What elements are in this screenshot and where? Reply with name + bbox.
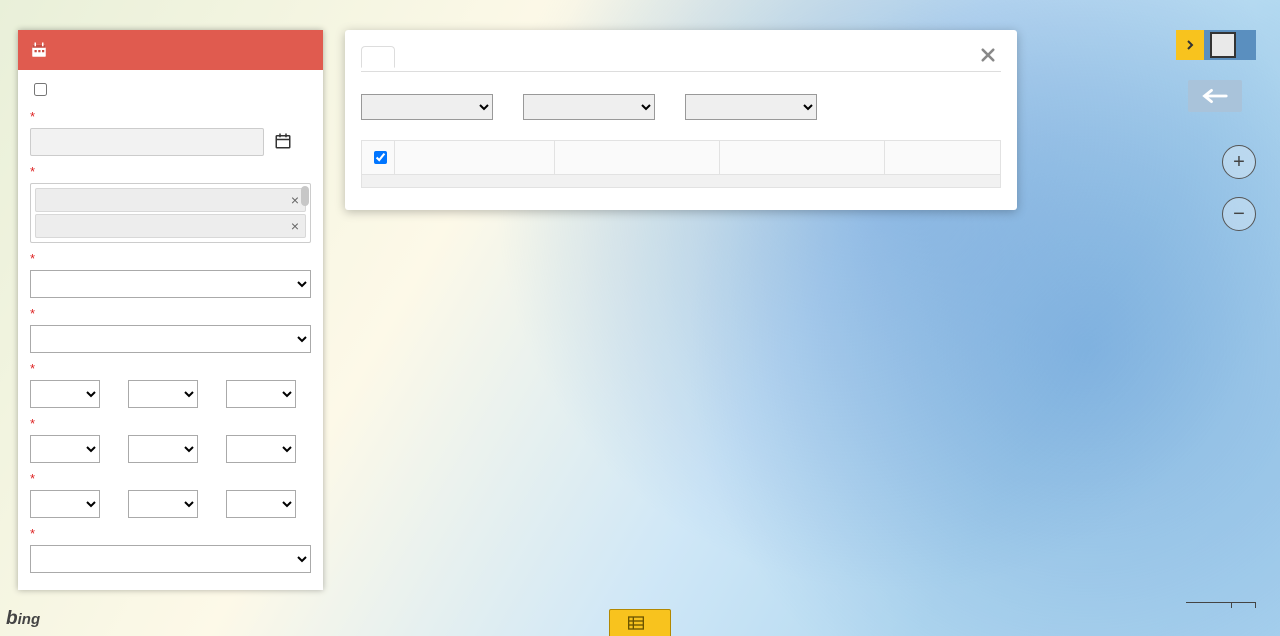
auto-scheduling-panel: * * × × *	[18, 30, 323, 590]
chip-remove-icon[interactable]: ×	[291, 218, 299, 234]
col-user	[395, 141, 555, 175]
duration-label: *	[30, 306, 311, 321]
start-ampm-select[interactable]	[226, 380, 296, 408]
view-data-button[interactable]	[609, 609, 671, 636]
map-back-button[interactable]	[1188, 80, 1242, 112]
end-minute-select[interactable]	[128, 435, 198, 463]
tab-meeting-details[interactable]	[395, 47, 427, 67]
select-users-label: *	[30, 164, 311, 179]
end-time-label: *	[30, 416, 311, 431]
break-duration-select[interactable]	[30, 545, 311, 573]
user-details-modal	[345, 30, 1017, 210]
user-chip: ×	[35, 214, 306, 238]
col-origin	[555, 141, 720, 175]
calendar-icon	[30, 41, 48, 59]
tab-user-details[interactable]	[361, 46, 395, 68]
selected-users-table	[361, 140, 1001, 175]
chip-remove-icon[interactable]: ×	[291, 192, 299, 208]
meetings-per-day-select[interactable]	[361, 94, 493, 120]
duration-select[interactable]	[30, 325, 311, 353]
select-users-input[interactable]: × ×	[30, 183, 311, 243]
bing-logo: b​ing	[6, 608, 40, 630]
reschedule-existing-select[interactable]	[685, 94, 817, 120]
table-icon	[628, 616, 644, 630]
user-chip: ×	[35, 188, 306, 212]
map-mode-icon	[1210, 32, 1236, 58]
consider-existing-checkbox[interactable]	[34, 83, 47, 96]
start-hour-select[interactable]	[30, 380, 100, 408]
col-destination	[720, 141, 885, 175]
end-hour-select[interactable]	[30, 435, 100, 463]
col-actions	[885, 141, 1001, 175]
zoom-out-button[interactable]: −	[1222, 197, 1256, 231]
start-time-label: *	[30, 361, 311, 376]
break-duration-label: *	[30, 526, 311, 541]
map-mode-button[interactable]	[1204, 30, 1256, 60]
close-icon[interactable]	[975, 42, 1001, 71]
start-minute-select[interactable]	[128, 380, 198, 408]
chips-scrollbar[interactable]	[301, 186, 309, 206]
map-copyright	[1268, 618, 1272, 630]
period-label: *	[30, 251, 311, 266]
select-all-checkbox[interactable]	[374, 151, 387, 164]
break-ampm-select[interactable]	[226, 490, 296, 518]
tab-existing-meetings[interactable]	[427, 47, 459, 67]
end-ampm-select[interactable]	[226, 435, 296, 463]
break-hour-select[interactable]	[30, 490, 100, 518]
break-minute-select[interactable]	[128, 490, 198, 518]
start-date-input[interactable]	[30, 128, 264, 156]
chevron-right-icon[interactable]	[1176, 30, 1204, 60]
zoom-in-button[interactable]: +	[1222, 145, 1256, 179]
start-date-label: *	[30, 109, 311, 124]
date-picker-icon[interactable]	[274, 132, 292, 153]
continuous-schedule-select[interactable]	[523, 94, 655, 120]
map-scale	[1232, 606, 1256, 608]
table-footer	[361, 175, 1001, 188]
break-label: *	[30, 471, 311, 486]
period-select[interactable]	[30, 270, 311, 298]
panel-header	[18, 30, 323, 70]
map-mode-control	[1176, 30, 1256, 60]
